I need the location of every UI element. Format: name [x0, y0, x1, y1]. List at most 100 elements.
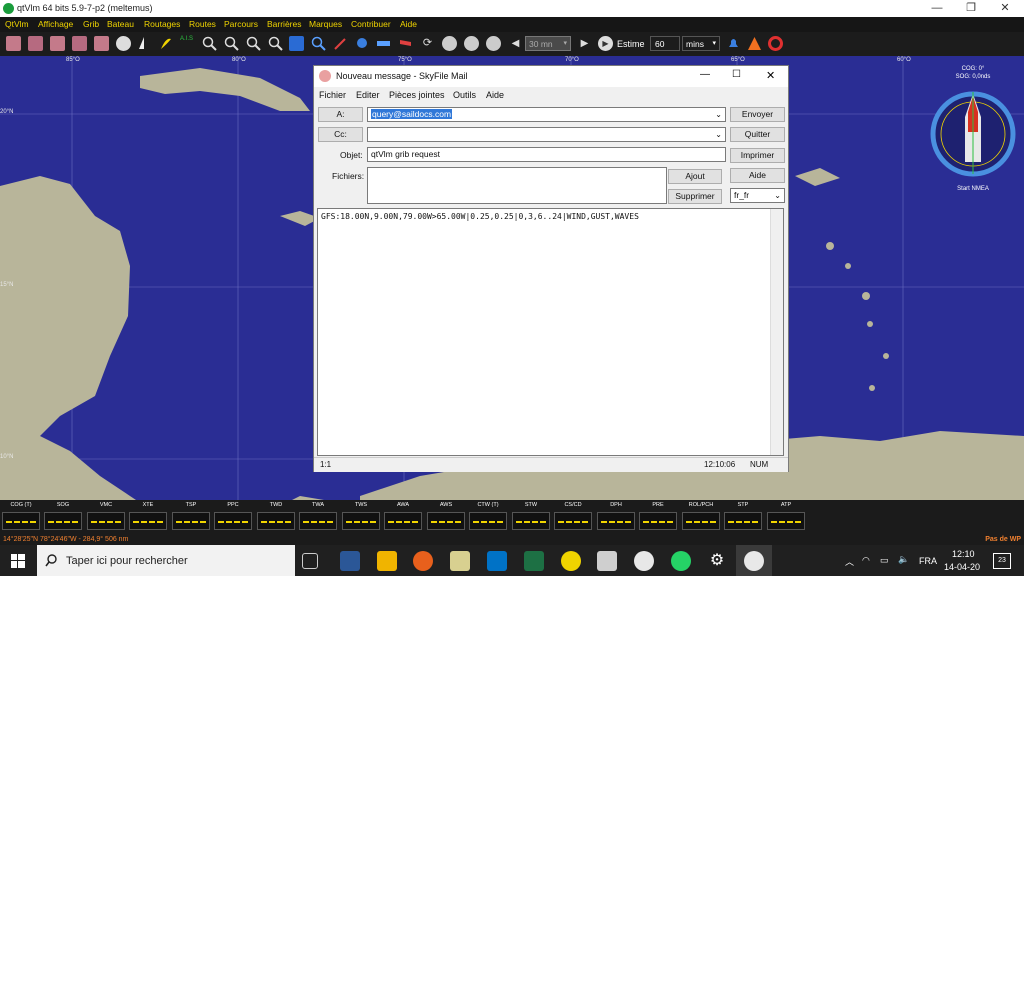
pencil-icon[interactable] — [333, 36, 348, 51]
menu-bateau[interactable]: Bateau — [107, 19, 134, 29]
dialog-menu-editer[interactable]: Editer — [356, 90, 380, 100]
skyfile-active-icon[interactable] — [736, 545, 772, 576]
grib-v-icon[interactable] — [72, 36, 87, 51]
menu-contribuer[interactable]: Contribuer — [351, 19, 391, 29]
map-icon[interactable] — [289, 36, 304, 51]
language-select[interactable]: fr_fr ⌄ — [730, 188, 785, 203]
instrument-atp[interactable]: ATP — [767, 502, 805, 534]
instrument-ctw[interactable]: CTW (T) — [469, 502, 507, 534]
clock-time[interactable]: 12:10 — [952, 549, 975, 559]
instrument-sog[interactable]: SOG — [44, 502, 82, 534]
wifi-icon[interactable]: ◠ — [862, 555, 870, 566]
subject-field[interactable]: qtVlm grib request — [367, 147, 726, 162]
zoom-in-icon[interactable] — [202, 36, 217, 51]
windsock-icon[interactable] — [398, 36, 413, 51]
grib-c-icon[interactable] — [94, 36, 109, 51]
menu-marques[interactable]: Marques — [309, 19, 342, 29]
estime-unit-select[interactable]: mins ▾ — [682, 36, 720, 51]
warning-icon[interactable] — [747, 36, 762, 51]
volume-icon[interactable]: 🔈 — [898, 554, 909, 565]
sail-icon[interactable] — [158, 36, 173, 51]
notes-app-icon[interactable] — [450, 551, 470, 571]
menu-parcours[interactable]: Parcours — [224, 19, 258, 29]
instrument-twd[interactable]: TWD — [257, 502, 295, 534]
settings-gear-icon[interactable]: ⚙ — [707, 551, 727, 571]
whatsapp-icon[interactable] — [671, 551, 691, 571]
instrument-ppc[interactable]: PPC — [214, 502, 252, 534]
instrument-awa[interactable]: AWA — [384, 502, 422, 534]
menu-routes[interactable]: Routes — [189, 19, 216, 29]
remove-attachment-button[interactable]: Supprimer — [668, 189, 722, 204]
grib-rain-icon[interactable] — [28, 36, 43, 51]
instrument-dph[interactable]: DPH — [597, 502, 635, 534]
step-back-icon[interactable]: ◀ — [508, 36, 523, 51]
step-forward-icon[interactable]: ▶ — [577, 36, 592, 51]
instrument-cog[interactable]: COG (T) — [2, 502, 40, 534]
edit-app-icon[interactable] — [597, 551, 617, 571]
compass-widget[interactable]: COG: 0° SOG: 0,0nds Start NMEA — [925, 64, 1021, 198]
instrument-rolpch[interactable]: ROL/PCH — [682, 502, 720, 534]
layers-icon[interactable] — [376, 36, 391, 51]
taskbar-search-box[interactable]: Taper ici pour rechercher — [37, 545, 295, 576]
play-disabled-icon[interactable] — [442, 36, 457, 51]
windows-start-icon[interactable] — [11, 554, 25, 568]
quit-button[interactable]: Quitter — [730, 127, 785, 142]
dialog-menu-outils[interactable]: Outils — [453, 90, 476, 100]
refresh-icon[interactable]: ⟳ — [420, 36, 435, 51]
instrument-cscd[interactable]: CS/CD — [554, 502, 592, 534]
ais-icon[interactable]: A.I.S — [180, 36, 195, 51]
notifications-icon[interactable]: 23 — [993, 553, 1011, 569]
instrument-aws[interactable]: AWS — [427, 502, 465, 534]
attachments-list[interactable] — [367, 167, 667, 204]
language-indicator[interactable]: FRA — [919, 556, 937, 566]
info-icon[interactable] — [116, 36, 131, 51]
body-scrollbar[interactable] — [770, 209, 783, 455]
zoom-out-icon[interactable] — [224, 36, 239, 51]
menu-barrieres[interactable]: Barrières — [267, 19, 301, 29]
send-button[interactable]: Envoyer — [730, 107, 785, 122]
file-explorer-icon[interactable] — [377, 551, 397, 571]
dialog-close-button[interactable]: ✕ — [766, 69, 775, 82]
boat-icon[interactable] — [136, 36, 151, 51]
pause-disabled-icon[interactable] — [464, 36, 479, 51]
time-step-select[interactable]: 30 mn ▾ — [525, 36, 571, 51]
tray-overflow-icon[interactable]: ︿ — [845, 555, 854, 568]
clock-date[interactable]: 14-04-20 — [944, 562, 980, 572]
add-attachment-button[interactable]: Ajout — [668, 169, 722, 184]
instrument-vmc[interactable]: VMC — [87, 502, 125, 534]
dialog-menu-pieces-jointes[interactable]: Pièces jointes — [389, 90, 445, 100]
dialog-minimize-button[interactable]: — — [700, 69, 710, 80]
instrument-tsp[interactable]: TSP — [172, 502, 210, 534]
search-icon[interactable] — [311, 36, 326, 51]
print-button[interactable]: Imprimer — [730, 148, 785, 163]
estime-spinbox[interactable]: 60 — [650, 36, 680, 51]
instrument-stw[interactable]: STW — [512, 502, 550, 534]
grib-pattern-icon[interactable] — [6, 36, 21, 51]
stop-disabled-icon[interactable] — [486, 36, 501, 51]
zoom-fit-icon[interactable] — [246, 36, 261, 51]
skyfile-icon[interactable] — [634, 551, 654, 571]
lifebuoy-icon[interactable] — [768, 36, 783, 51]
word-icon[interactable] — [340, 551, 360, 571]
cc-button[interactable]: Cc: — [318, 127, 363, 142]
menu-affichage[interactable]: Affichage — [38, 19, 73, 29]
instrument-xte[interactable]: XTE — [129, 502, 167, 534]
qtvlm-app-icon[interactable] — [561, 551, 581, 571]
menu-qtvlm[interactable]: QtVlm — [5, 19, 29, 29]
outlook-icon[interactable] — [487, 551, 507, 571]
instrument-pre[interactable]: PRE — [639, 502, 677, 534]
menu-routages[interactable]: Routages — [144, 19, 180, 29]
start-nmea-button[interactable]: Start NMEA — [925, 186, 1021, 192]
dialog-menu-fichier[interactable]: Fichier — [319, 90, 346, 100]
bell-icon[interactable] — [726, 36, 741, 51]
menu-grib[interactable]: Grib — [83, 19, 99, 29]
maximize-button[interactable]: ❐ — [954, 0, 988, 17]
task-view-icon[interactable] — [302, 553, 318, 569]
help-button[interactable]: Aide — [730, 168, 785, 183]
dialog-maximize-button[interactable]: ☐ — [732, 69, 741, 80]
to-field[interactable]: query@saildocs.com ⌄ — [367, 107, 726, 122]
instrument-tws[interactable]: TWS — [342, 502, 380, 534]
grib-m-icon[interactable] — [50, 36, 65, 51]
play-icon[interactable]: ▶ — [598, 36, 613, 51]
firefox-icon[interactable] — [413, 551, 433, 571]
